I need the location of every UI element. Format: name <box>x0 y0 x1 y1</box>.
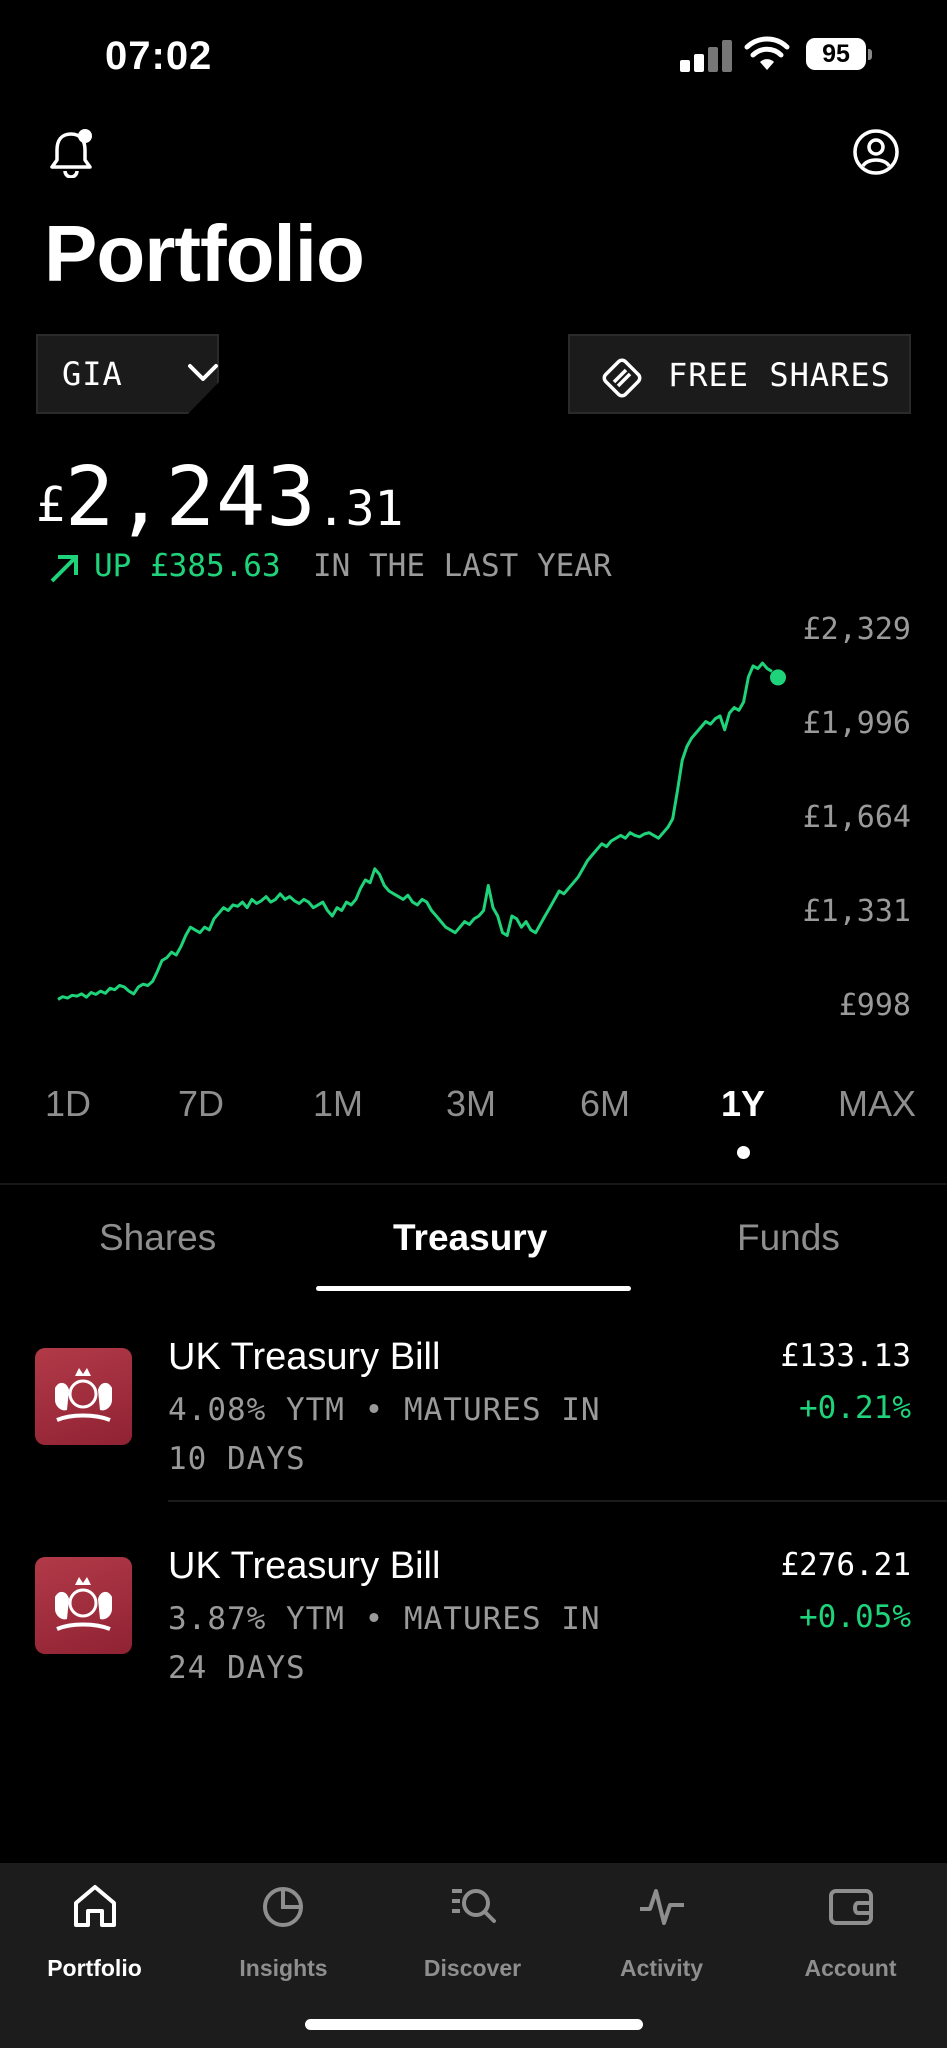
nav-discover[interactable]: Discover <box>378 1863 567 2003</box>
currency-symbol: £ <box>36 477 65 533</box>
performance-chart[interactable]: £2,329 £1,996 £1,664 £1,331 £998 <box>0 600 947 1030</box>
profile-icon[interactable] <box>852 128 900 176</box>
holding-change: +0.05% <box>799 1599 911 1635</box>
home-icon <box>74 1885 116 1927</box>
nav-portfolio[interactable]: Portfolio <box>0 1863 189 2003</box>
y-tick-label: £1,996 <box>802 706 911 741</box>
holding-details: 4.08% YTM • MATURES IN 10 DAYS <box>168 1386 628 1484</box>
page-title: Portfolio <box>44 209 365 298</box>
portfolio-value: £2,243.31 <box>36 450 403 545</box>
holding-yield-maturity: 3.87% YTM • MATURES IN <box>168 1601 601 1637</box>
row-divider <box>168 1500 947 1502</box>
holding-days: 24 DAYS <box>168 1650 306 1686</box>
cellular-signal-icon <box>680 38 732 72</box>
status-bar: 07:02 95 <box>0 0 947 110</box>
nav-insights[interactable]: Insights <box>189 1863 378 2003</box>
tag-icon <box>602 358 642 398</box>
nav-label: Portfolio <box>47 1955 142 1981</box>
nav-activity[interactable]: Activity <box>567 1863 756 2003</box>
status-time: 07:02 <box>105 34 213 78</box>
range-1d[interactable]: 1D <box>45 1083 91 1125</box>
notification-bell-icon[interactable] <box>48 128 94 178</box>
tab-treasury[interactable]: Treasury <box>393 1217 547 1259</box>
portfolio-value-main: 2,243 <box>64 450 317 545</box>
pulse-icon <box>640 1889 684 1925</box>
section-divider <box>0 1183 947 1185</box>
chart-current-point <box>770 669 786 686</box>
y-tick-label: £2,329 <box>802 612 911 647</box>
account-selector[interactable]: GIA <box>36 334 219 414</box>
wifi-icon <box>744 36 790 70</box>
holding-price: £133.13 <box>780 1338 911 1374</box>
free-shares-button[interactable]: FREE SHARES <box>568 334 911 414</box>
nav-label: Discover <box>423 1955 522 1981</box>
holding-name: UK Treasury Bill <box>168 1545 441 1587</box>
active-range-indicator <box>737 1146 750 1159</box>
chart-series-line <box>57 661 773 1001</box>
range-1y[interactable]: 1Y <box>721 1083 765 1125</box>
y-tick-label: £998 <box>838 988 911 1023</box>
battery-icon: 95 <box>806 38 872 70</box>
holding-price: £276.21 <box>780 1547 911 1583</box>
holding-details: 3.87% YTM • MATURES IN 24 DAYS <box>168 1595 628 1693</box>
nav-account[interactable]: Account <box>756 1863 945 2003</box>
range-max[interactable]: MAX <box>838 1083 916 1125</box>
holding-change: +0.21% <box>799 1390 911 1426</box>
discover-search-icon <box>452 1889 496 1923</box>
holding-name: UK Treasury Bill <box>168 1336 441 1378</box>
nav-label: Activity <box>619 1955 704 1981</box>
tab-shares[interactable]: Shares <box>99 1217 216 1259</box>
pie-chart-icon <box>263 1887 303 1927</box>
wallet-icon <box>829 1889 873 1925</box>
range-3m[interactable]: 3M <box>446 1083 496 1125</box>
nav-label: Account <box>804 1955 897 1981</box>
change-period: IN THE LAST YEAR <box>313 548 612 584</box>
active-tab-underline <box>316 1286 631 1291</box>
chevron-down-icon <box>188 364 218 381</box>
royal-coat-of-arms-logo <box>35 1557 132 1654</box>
home-indicator <box>305 2019 643 2030</box>
free-shares-label: FREE SHARES <box>668 356 891 394</box>
battery-level: 95 <box>822 40 850 68</box>
holding-row[interactable]: UK Treasury Bill 3.87% YTM • MATURES IN … <box>0 1539 947 1739</box>
royal-coat-of-arms-logo <box>35 1348 132 1445</box>
change-amount: UP £385.63 <box>94 548 281 584</box>
arrow-up-right-icon <box>50 555 78 583</box>
holding-yield-maturity: 4.08% YTM • MATURES IN <box>168 1392 601 1428</box>
y-tick-label: £1,664 <box>802 800 911 835</box>
portfolio-value-decimal: .31 <box>316 481 404 537</box>
range-6m[interactable]: 6M <box>580 1083 630 1125</box>
holding-days: 10 DAYS <box>168 1441 306 1477</box>
account-selector-label: GIA <box>62 355 123 393</box>
tab-funds[interactable]: Funds <box>737 1217 840 1259</box>
y-tick-label: £1,331 <box>802 894 911 929</box>
range-7d[interactable]: 7D <box>178 1083 224 1125</box>
nav-label: Insights <box>239 1955 328 1981</box>
range-1m[interactable]: 1M <box>313 1083 363 1125</box>
